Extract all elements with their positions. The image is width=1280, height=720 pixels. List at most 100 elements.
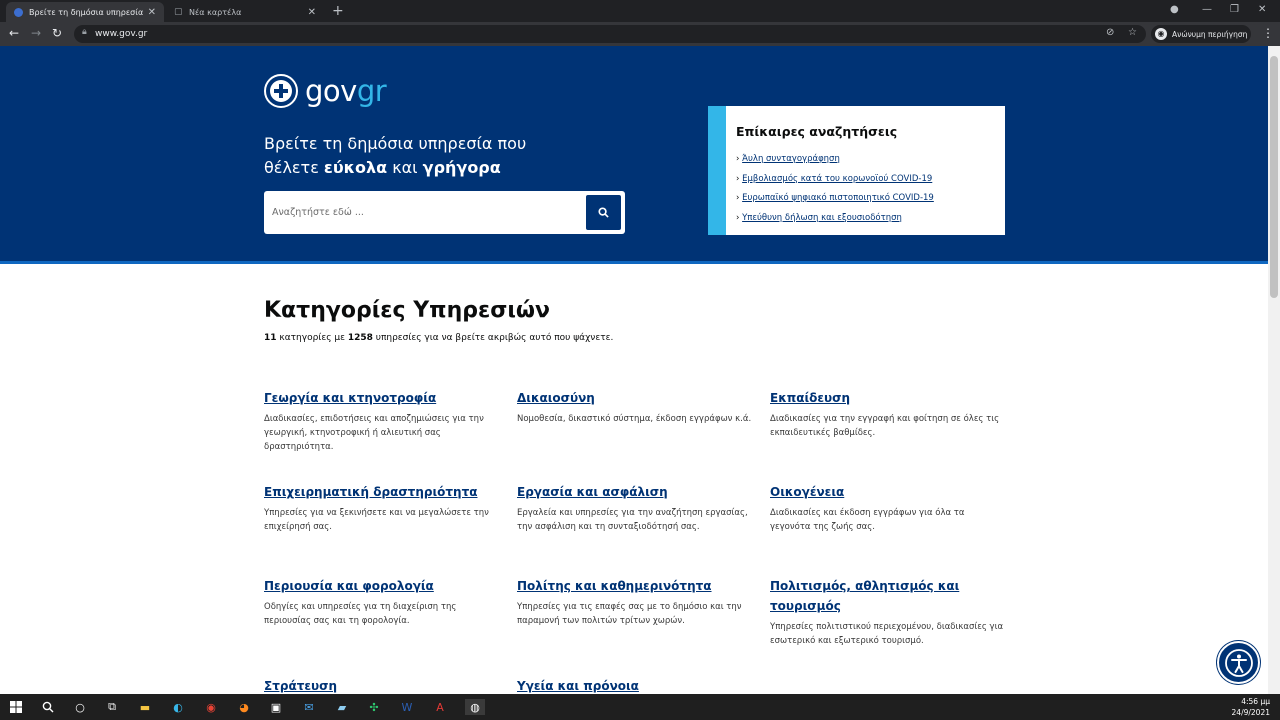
tagline-bold-easy: εύκολα (323, 158, 388, 177)
search-input[interactable] (272, 203, 582, 221)
summary-text1: κατηγορίες με (276, 333, 348, 343)
close-icon[interactable]: ✕ (308, 7, 316, 18)
hero-tagline: Βρείτε τη δημόσια υπηρεσία που θέλετε εύ… (264, 132, 564, 180)
category-link[interactable]: Υγεία και πρόνοια (517, 676, 752, 694)
tagline-line1: Βρείτε τη δημόσια υπηρεσία που (264, 134, 527, 153)
category-link[interactable]: Εκπαίδευση (770, 388, 1005, 408)
firefox-icon[interactable]: ◕ (236, 699, 252, 715)
tagline-pre: θέλετε (264, 158, 324, 177)
category-description: Νομοθεσία, δικαστικό σύστημα, έκδοση εγγ… (517, 414, 752, 424)
category-link[interactable]: Πολιτισμός, αθλητισμός και τουρισμός (770, 576, 1005, 616)
govgr-favicon-icon (14, 7, 23, 17)
search-icon[interactable] (40, 699, 56, 715)
file-explorer-icon[interactable]: ▬ (137, 699, 153, 715)
trending-link[interactable]: Ευρωπαϊκό ψηφιακό πιστοποιητικό COVID-19 (742, 193, 934, 203)
category-link[interactable]: Πολίτης και καθημερινότητα (517, 576, 752, 596)
service-count: 1258 (347, 333, 373, 343)
category-card: Περιουσία και φορολογία Οδηγίες και υπηρ… (264, 576, 499, 628)
trending-link[interactable]: Άυλη συνταγογράφηση (742, 154, 840, 164)
category-link[interactable]: Στράτευση (264, 676, 499, 694)
obs-icon[interactable]: ◍ (465, 699, 485, 715)
tab-new[interactable]: ▢ Νέα καρτέλα ✕ (166, 2, 324, 22)
category-card: Οικογένεια Διαδικασίες και έκδοση εγγράφ… (770, 482, 1005, 534)
category-description: Εργαλεία και υπηρεσίες για την αναζήτηση… (517, 508, 748, 532)
govgr-logo[interactable]: govgr (264, 74, 387, 108)
slack-icon[interactable]: ✣ (366, 699, 382, 715)
tab-search-icon[interactable]: ● (1170, 4, 1179, 15)
list-item: › Άυλη συνταγογράφηση (736, 154, 840, 164)
category-description: Υπηρεσίες για να ξεκινήσετε και να μεγαλ… (264, 508, 489, 532)
category-description: Οδηγίες και υπηρεσίες για τη διαχείριση … (264, 602, 457, 626)
browser-tab-bar: Βρείτε τη δημόσια υπηρεσία που ✕ ▢ Νέα κ… (0, 0, 1280, 22)
tracking-blocked-icon[interactable]: ⊘ (1106, 27, 1114, 38)
tab-active[interactable]: Βρείτε τη δημόσια υπηρεσία που ✕ (6, 2, 164, 22)
reload-icon[interactable]: ↻ (52, 26, 62, 40)
search-button[interactable] (586, 195, 621, 230)
category-link[interactable]: Εργασία και ασφάλιση (517, 482, 752, 502)
brand-suffix: gr (356, 74, 387, 108)
back-icon[interactable]: ← (9, 26, 19, 40)
bookmark-star-icon[interactable]: ☆ (1128, 27, 1137, 38)
category-description: Διαδικασίες και έκδοση εγγράφων για όλα … (770, 508, 965, 532)
category-card: Επιχειρηματική δραστηριότητα Υπηρεσίες γ… (264, 482, 499, 534)
lock-icon[interactable]: 🔒︎ (82, 27, 87, 37)
store-icon[interactable]: ▣ (268, 699, 284, 715)
hero-banner: govgr Βρείτε τη δημόσια υπηρεσία που θέλ… (0, 46, 1268, 264)
new-tab-button[interactable]: + (332, 3, 344, 19)
word-icon[interactable]: W (399, 699, 415, 715)
incognito-indicator[interactable]: ◉ Ανώνυμη περιήγηση (1151, 25, 1251, 43)
category-description: Διαδικασίες, επιδοτήσεις και αποζημιώσει… (264, 414, 484, 452)
list-item: › Υπεύθυνη δήλωση και εξουσιοδότηση (736, 212, 902, 223)
incognito-icon: ◉ (1155, 28, 1167, 40)
category-link[interactable]: Επιχειρηματική δραστηριότητα (264, 482, 499, 502)
list-item: › Ευρωπαϊκό ψηφιακό πιστοποιητικό COVID-… (736, 193, 934, 203)
tab-label: Βρείτε τη δημόσια υπηρεσία που (29, 7, 144, 17)
category-card: Υγεία και πρόνοια (517, 676, 752, 694)
page-scrollbar[interactable] (1268, 46, 1280, 694)
category-card: Εκπαίδευση Διαδικασίες για την εγγραφή κ… (770, 388, 1005, 440)
incognito-label: Ανώνυμη περιήγηση (1172, 29, 1248, 39)
page-title: Κατηγορίες Υπηρεσιών (264, 298, 551, 323)
category-card: Πολίτης και καθημερινότητα Υπηρεσίες για… (517, 576, 752, 628)
notes-icon[interactable]: ▰ (334, 699, 350, 715)
cortana-icon[interactable]: ○ (72, 699, 88, 715)
scrollbar-thumb[interactable] (1270, 56, 1278, 298)
clock-date: 24/9/2021 (1231, 708, 1270, 717)
category-link[interactable]: Δικαιοσύνη (517, 388, 752, 408)
summary-text2: υπηρεσίες για να βρείτε ακριβώς αυτό που… (372, 333, 614, 343)
system-clock[interactable]: 4:56 μμ 24/9/2021 (1232, 696, 1270, 718)
category-link[interactable]: Οικογένεια (770, 482, 1005, 502)
windows-start-icon[interactable] (8, 699, 24, 715)
task-view-icon[interactable]: ⧉ (104, 699, 120, 715)
windows-taskbar: ○ ⧉ ▬ ◐ ◉ ◕ ▣ ✉ ▰ ✣ W A ◍ 4:56 μμ 24/9/2… (0, 694, 1280, 720)
trending-link[interactable]: Υπεύθυνη δήλωση και εξουσιοδότηση (742, 213, 902, 223)
mail-icon[interactable]: ✉ (301, 699, 317, 715)
tab-label: Νέα καρτέλα (189, 7, 242, 17)
tagline-bold-fast: γρήγορα (422, 158, 501, 177)
chrome-icon[interactable]: ◉ (203, 699, 219, 715)
category-card: Δικαιοσύνη Νομοθεσία, δικαστικό σύστημα,… (517, 388, 752, 426)
window-close-icon[interactable]: ✕ (1258, 4, 1266, 15)
browser-menu-icon[interactable]: ⋮ (1262, 26, 1274, 40)
restore-icon[interactable]: ❐ (1230, 4, 1239, 15)
trending-link[interactable]: Εμβολιασμός κατά του κορωνοϊού COVID-19 (742, 174, 932, 184)
list-item: › Εμβολιασμός κατά του κορωνοϊού COVID-1… (736, 173, 933, 184)
address-bar[interactable] (74, 25, 1146, 43)
page-content: govgr Βρείτε τη δημόσια υπηρεσία που θέλ… (0, 46, 1268, 694)
category-card: Πολιτισμός, αθλητισμός και τουρισμός Υπη… (770, 576, 1005, 648)
trending-title: Επίκαιρες αναζητήσεις (736, 124, 898, 139)
category-card: Στράτευση (264, 676, 499, 694)
accessibility-button[interactable] (1217, 641, 1260, 684)
browser-toolbar: ← → ↻ 🔒︎ www.gov.gr ⊘ ☆ ◉ Ανώνυμη περιήγ… (0, 22, 1280, 46)
minimize-icon[interactable]: — (1202, 4, 1212, 15)
trending-searches-panel: Επίκαιρες αναζητήσεις › Άυλη συνταγογράφ… (708, 106, 1005, 235)
category-description: Διαδικασίες για την εγγραφή και φοίτηση … (770, 414, 1000, 438)
url-text[interactable]: www.gov.gr (95, 29, 147, 39)
category-description: Υπηρεσίες πολιτιστικού περιεχομένου, δια… (770, 622, 1004, 646)
category-link[interactable]: Περιουσία και φορολογία (264, 576, 499, 596)
forward-icon[interactable]: → (31, 26, 41, 40)
close-icon[interactable]: ✕ (148, 7, 156, 18)
edge-icon[interactable]: ◐ (170, 699, 186, 715)
acrobat-icon[interactable]: A (432, 699, 448, 715)
category-link[interactable]: Γεωργία και κτηνοτροφία (264, 388, 499, 408)
